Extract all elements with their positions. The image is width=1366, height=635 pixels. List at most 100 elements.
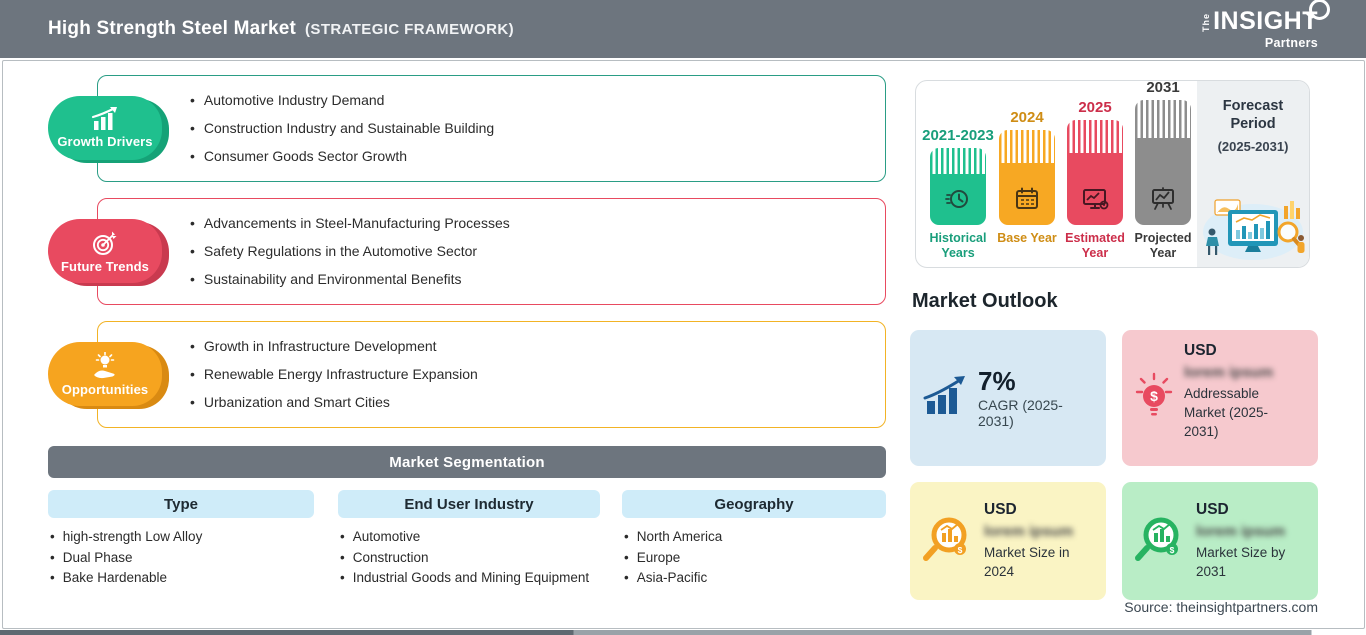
page-title: High Strength Steel Market [48, 18, 297, 39]
growth-chart-arrow-icon [922, 375, 968, 421]
bar-stripes [1135, 100, 1191, 138]
estimated-year-bar [1067, 120, 1123, 225]
historical-years-bar [930, 148, 986, 225]
cagr-card: 7% CAGR (2025-2031) [910, 330, 1106, 466]
bullet: • [190, 148, 195, 164]
column-list: • high-strength Low Alloy • Dual Phase • Ba… [50, 527, 314, 589]
bullet: • [624, 549, 629, 565]
presentation-chart-icon [1152, 187, 1174, 210]
card-label: Market Size by 2031 [1196, 545, 1286, 579]
segmentation-column-type: Type • high-strength Low Alloy • Dual Phas… [48, 490, 314, 589]
bar-stripes [999, 130, 1055, 163]
forecast-title: Forecast Period [1222, 98, 1284, 132]
list-item: • high-strength Low Alloy [50, 527, 314, 548]
market-size-2024-card: $ USD lorem ipsum Market Size in 2024 [910, 482, 1106, 600]
redacted-value: lorem ipsum [1196, 523, 1286, 540]
cagr-label: CAGR (2025-2031) [978, 397, 1063, 429]
bullet: • [340, 549, 345, 565]
svg-text:$: $ [1150, 388, 1158, 404]
column-header: Type [48, 490, 314, 518]
timeline-caption: Historical Years [929, 231, 987, 260]
badge-label: Growth Drivers [57, 134, 153, 149]
opportunities-badge: Opportunities [48, 342, 162, 406]
cagr-value: 7% [978, 366, 1016, 396]
list-item: • Europe [624, 548, 886, 569]
market-size-2031-card: $ USD lorem ipsum Market Size by 2031 [1122, 482, 1318, 600]
column-header: Geography [622, 490, 886, 518]
future-trends-list: • Advancements in Steel-Manufacturing Pro… [190, 213, 870, 297]
card-label: Addressable Market (2025-2031) [1184, 386, 1269, 439]
bullet: • [340, 570, 345, 585]
magnifier-chart-orange-icon: $ [922, 513, 974, 570]
bullet: • [50, 570, 55, 585]
projected-year-bar [1135, 100, 1191, 225]
svg-text:$: $ [1170, 545, 1175, 555]
addressable-market-card: $ USD lorem ipsum Addressable Market (20… [1122, 330, 1318, 466]
list-item: • Automotive [340, 527, 600, 548]
monitor-gear-icon [1083, 189, 1109, 210]
hand-lightbulb-icon [90, 351, 120, 380]
timeline-caption: Estimated Year [1065, 231, 1125, 260]
logo-insight-text: INSIGHT [1213, 6, 1318, 35]
page-subtitle: (STRATEGIC FRAMEWORK) [305, 21, 514, 38]
segmentation-column-geography: Geography • North America • Europe • Asia-P… [622, 490, 886, 589]
forecast-range: (2025-2031) [1217, 139, 1289, 154]
list-item: • Construction [340, 548, 600, 569]
history-clock-icon [945, 190, 968, 208]
bullet: • [190, 120, 195, 136]
list-item: • Growth in Infrastructure Development [190, 338, 437, 354]
bullet: • [190, 271, 195, 287]
card-label: Market Size in 2024 [984, 545, 1070, 579]
opportunities-list: • Growth in Infrastructure Development • R… [190, 336, 870, 420]
header-bar: High Strength Steel Market (STRATEGIC FRA… [0, 0, 1366, 58]
list-item: • Bake Hardenable [50, 568, 314, 589]
redacted-value: lorem ipsum [1184, 364, 1274, 381]
list-item: • Asia-Pacific [624, 568, 886, 589]
list-item: • North America [624, 527, 886, 548]
timeline-year: 2021-2023 [922, 127, 994, 144]
currency-label: USD [1184, 342, 1217, 359]
market-segmentation-header: Market Segmentation [48, 446, 886, 478]
badge-label: Opportunities [61, 381, 149, 397]
bullet: • [624, 570, 629, 585]
timeline-year: 2031 [1146, 79, 1180, 96]
bullet: • [190, 394, 195, 410]
logo-the-text: The [1201, 12, 1212, 32]
timeline-caption: Projected Year [1134, 231, 1192, 260]
future-trends-badge: Future Trends [48, 219, 162, 283]
list-item: • Sustainability and Environmental Benefi… [190, 271, 462, 287]
bullet: • [190, 366, 195, 382]
column-header: End User Industry [338, 490, 600, 518]
segmentation-column-end-user: End User Industry • Automotive • Construct… [338, 490, 600, 589]
market-outlook-title: Market Outlook [912, 290, 1058, 312]
list-item: • Automotive Industry Demand [190, 92, 385, 108]
bullet: • [50, 549, 55, 565]
bullet: • [190, 243, 195, 259]
bullet: • [340, 529, 345, 544]
timeline-caption: Base Year [997, 231, 1057, 245]
bullet: • [190, 92, 195, 108]
calendar-icon [1016, 187, 1038, 209]
bullet: • [190, 215, 195, 231]
column-list: • Automotive • Construction • Industrial Go… [340, 527, 600, 589]
strategic-framework-slide: { "header": { "title": "High Strength St… [0, 0, 1366, 635]
analysts-illustration [1203, 199, 1305, 260]
growth-bars-arrow-icon [90, 107, 120, 132]
list-item: • Advancements in Steel-Manufacturing Pro… [190, 215, 510, 231]
base-year-bar [999, 130, 1055, 225]
page-title-group: High Strength Steel Market (STRATEGIC FRA… [48, 18, 514, 40]
list-item: • Consumer Goods Sector Growth [190, 148, 407, 164]
currency-label: USD [1196, 501, 1229, 518]
column-list: • North America • Europe • Asia-Pacific [624, 527, 886, 589]
currency-label: USD [984, 501, 1017, 518]
magnifier-chart-green-icon: $ [1134, 513, 1186, 570]
source-attribution: Source: theinsightpartners.com [1124, 599, 1318, 615]
list-item: • Dual Phase [50, 548, 314, 569]
badge-label: Future Trends [61, 258, 149, 274]
list-item: • Construction Industry and Sustainable B… [190, 120, 495, 136]
magnifier-icon [1309, 0, 1330, 20]
bar-stripes [930, 148, 986, 174]
bulb-dollar-icon: $ [1134, 372, 1174, 425]
list-item: • Urbanization and Smart Cities [190, 394, 390, 410]
growth-drivers-badge: Growth Drivers [48, 96, 162, 160]
